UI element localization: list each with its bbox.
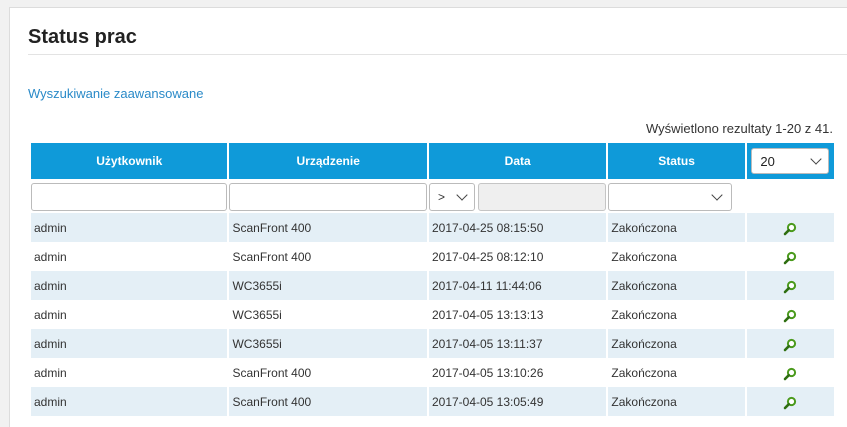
date-operator-value: >	[437, 190, 445, 204]
filter-user-input[interactable]	[31, 183, 228, 211]
chevron-down-icon	[456, 189, 468, 201]
page-size-header: 20	[746, 143, 834, 181]
table-row[interactable]: admin ScanFront 400 2017-04-25 08:15:50 Zak…	[31, 213, 834, 242]
magnifier-icon[interactable]	[783, 280, 797, 294]
cell-date: 2017-04-05 13:11:37	[428, 329, 607, 358]
cell-status: Zakończona	[608, 300, 745, 329]
magnifier-icon[interactable]	[783, 338, 797, 352]
magnifier-icon[interactable]	[783, 222, 797, 236]
cell-user: admin	[31, 387, 228, 416]
cell-user: admin	[31, 271, 228, 300]
cell-user: admin	[31, 213, 228, 242]
cell-date: 2017-04-05 13:13:13	[428, 300, 607, 329]
date-filter-group: >	[428, 183, 607, 211]
table-row[interactable]: admin WC3655i 2017-04-05 13:11:37 Zakończon…	[31, 329, 834, 358]
column-header-date[interactable]: Data	[428, 143, 607, 181]
cell-status: Zakończona	[608, 329, 745, 358]
column-header-user[interactable]: Użytkownik	[31, 143, 228, 181]
cell-actions	[746, 358, 834, 387]
cell-user: admin	[31, 329, 228, 358]
cell-actions	[746, 213, 834, 242]
cell-status: Zakończona	[608, 213, 745, 242]
cell-actions	[746, 329, 834, 358]
jobs-table: Użytkownik Urządzenie Data Status 20 > a…	[29, 143, 836, 416]
page-size-value: 20	[760, 153, 775, 169]
filter-status-select[interactable]	[608, 183, 733, 211]
cell-actions	[746, 300, 834, 329]
table-row[interactable]: admin ScanFront 400 2017-04-25 08:12:10 Zak…	[31, 242, 834, 271]
table-row[interactable]: admin WC3655i 2017-04-05 13:13:13 Zakończon…	[31, 300, 834, 329]
cell-date: 2017-04-25 08:12:10	[428, 242, 607, 271]
column-header-status[interactable]: Status	[608, 143, 745, 181]
filter-device-input[interactable]	[229, 183, 427, 211]
page-title: Status prac	[28, 26, 137, 48]
date-operator-select[interactable]: >	[428, 183, 475, 211]
cell-status: Zakończona	[608, 271, 745, 300]
cell-device: ScanFront 400	[229, 358, 427, 387]
table-row[interactable]: admin ScanFront 400 2017-04-05 13:05:49 Zak…	[31, 387, 834, 416]
table-row[interactable]: admin WC3655i 2017-04-11 11:44:06 Zakończon…	[31, 271, 834, 300]
cell-device: WC3655i	[229, 329, 427, 358]
column-header-device[interactable]: Urządzenie	[229, 143, 427, 181]
filter-user-cell	[31, 181, 228, 213]
filter-date-input[interactable]	[477, 183, 607, 211]
filter-row: >	[31, 181, 834, 213]
cell-actions	[746, 242, 834, 271]
filter-empty-cell	[746, 181, 834, 213]
filter-date-cell: >	[428, 181, 607, 213]
cell-user: admin	[31, 300, 228, 329]
page-size-select[interactable]: 20	[751, 148, 830, 174]
magnifier-icon[interactable]	[783, 396, 797, 410]
cell-user: admin	[31, 358, 228, 387]
chevron-down-icon	[810, 153, 823, 165]
cell-status: Zakończona	[608, 387, 745, 416]
magnifier-icon[interactable]	[783, 367, 797, 381]
cell-device: WC3655i	[229, 300, 427, 329]
table-row[interactable]: admin ScanFront 400 2017-04-05 13:10:26 Zak…	[31, 358, 834, 387]
cell-actions	[746, 271, 834, 300]
cell-device: ScanFront 400	[229, 242, 427, 271]
content-panel: Status prac Wyszukiwanie zaawansowane Wy…	[9, 7, 847, 427]
cell-device: ScanFront 400	[229, 213, 427, 242]
cell-date: 2017-04-05 13:10:26	[428, 358, 607, 387]
magnifier-icon[interactable]	[783, 309, 797, 323]
cell-device: ScanFront 400	[229, 387, 427, 416]
cell-status: Zakończona	[608, 242, 745, 271]
magnifier-icon[interactable]	[783, 251, 797, 265]
cell-user: admin	[31, 242, 228, 271]
chevron-down-icon	[711, 189, 724, 201]
filter-device-cell	[229, 181, 427, 213]
filter-status-cell	[608, 181, 745, 213]
results-info: Wyświetlono rezultaty 1-20 z 41.	[645, 121, 833, 136]
title-divider	[28, 54, 847, 55]
table-body: admin ScanFront 400 2017-04-25 08:15:50 Zak…	[31, 213, 834, 416]
table-header-row: Użytkownik Urządzenie Data Status 20	[31, 143, 834, 181]
cell-actions	[746, 387, 834, 416]
cell-status: Zakończona	[608, 358, 745, 387]
cell-date: 2017-04-05 13:05:49	[428, 387, 607, 416]
advanced-search-link[interactable]: Wyszukiwanie zaawansowane	[28, 86, 203, 101]
cell-date: 2017-04-25 08:15:50	[428, 213, 607, 242]
cell-date: 2017-04-11 11:44:06	[428, 271, 607, 300]
cell-device: WC3655i	[229, 271, 427, 300]
